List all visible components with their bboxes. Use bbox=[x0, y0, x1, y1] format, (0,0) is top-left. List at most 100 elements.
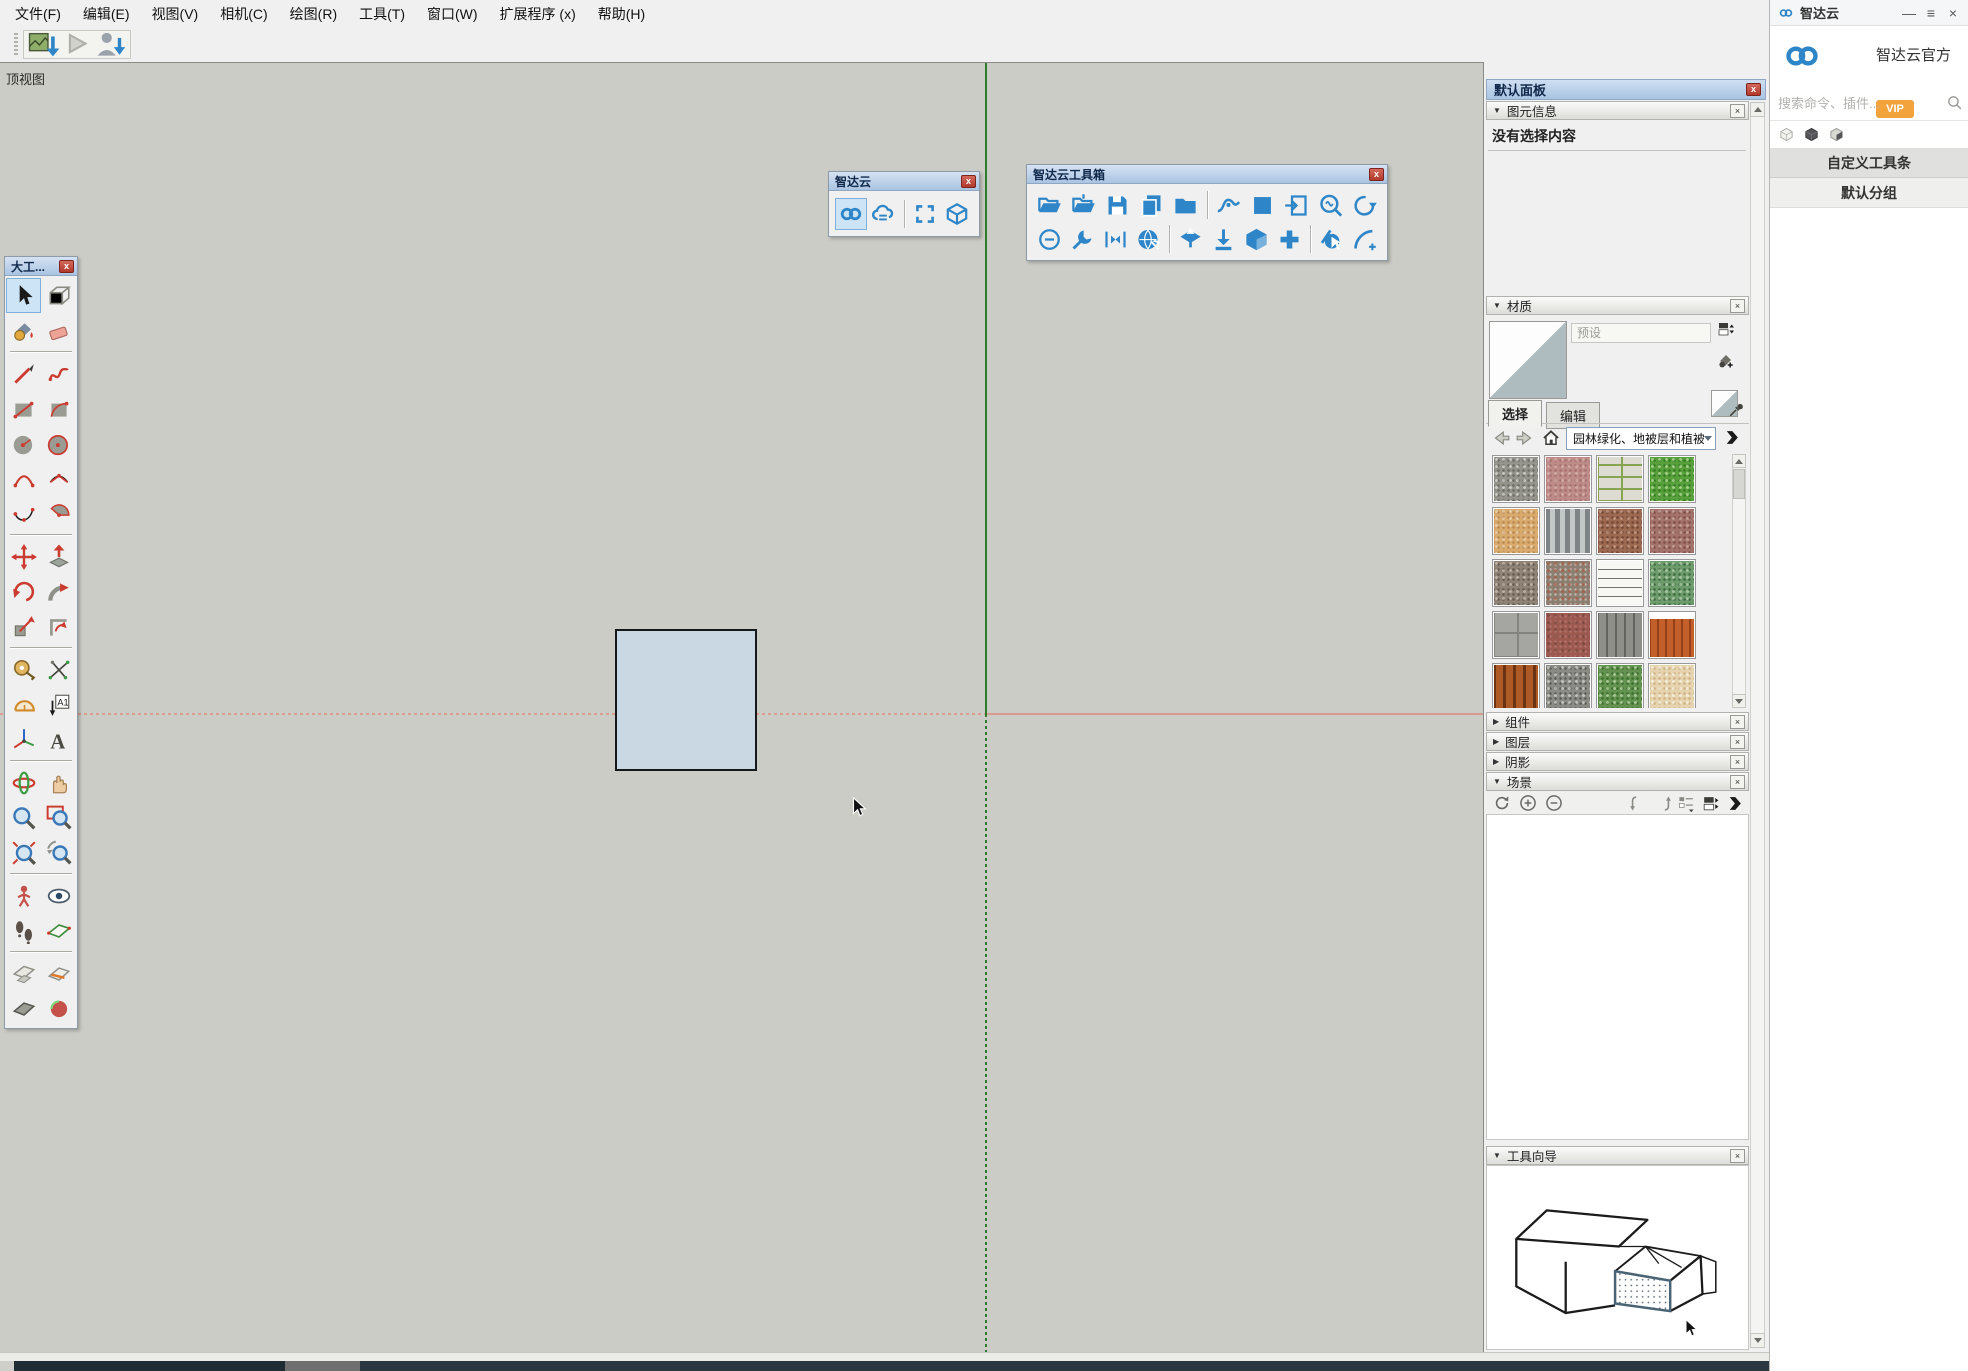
default-panel-titlebar[interactable]: 默认面板 x bbox=[1486, 79, 1766, 100]
material-swatch-sand[interactable] bbox=[1492, 507, 1540, 555]
material-swatch-mulch[interactable] bbox=[1596, 507, 1644, 555]
tool-offset[interactable] bbox=[41, 609, 76, 644]
close-icon[interactable]: × bbox=[1730, 715, 1745, 729]
tool-stamp[interactable] bbox=[1174, 223, 1207, 255]
tool-push-pull[interactable] bbox=[41, 539, 76, 574]
move-scene-down-button[interactable] bbox=[1629, 794, 1648, 813]
tool-pan[interactable] bbox=[41, 765, 76, 800]
menu-item-2[interactable]: 视图(V) bbox=[141, 0, 210, 28]
tool-follow-me[interactable] bbox=[41, 574, 76, 609]
section-header-2[interactable]: ▶组件× bbox=[1486, 712, 1749, 731]
search-icon[interactable] bbox=[1946, 94, 1963, 111]
material-swatch-leaves[interactable] bbox=[1596, 663, 1644, 708]
tool-arc-plus[interactable] bbox=[1348, 223, 1381, 255]
menu-icon[interactable]: ≡ bbox=[1920, 3, 1942, 23]
tool-spline[interactable] bbox=[1212, 189, 1246, 221]
customize-toolbar-bar[interactable]: 自定义工具条 bbox=[1770, 148, 1968, 178]
material-swatch-fence-orange[interactable] bbox=[1648, 611, 1696, 659]
tool-orbit[interactable] bbox=[6, 765, 41, 800]
close-icon[interactable]: × bbox=[1942, 3, 1964, 23]
menu-item-6[interactable]: 窗口(W) bbox=[416, 0, 489, 28]
cube-outline-icon[interactable] bbox=[1778, 126, 1795, 143]
close-icon[interactable]: x bbox=[59, 260, 74, 273]
material-swatch-wood-gray[interactable] bbox=[1596, 611, 1644, 659]
tool-array[interactable] bbox=[1273, 223, 1306, 255]
close-icon[interactable]: x bbox=[1746, 83, 1761, 96]
material-swatch-brick-red[interactable] bbox=[1544, 611, 1592, 659]
scenes-list-area[interactable] bbox=[1486, 814, 1749, 1140]
drawn-rectangle[interactable] bbox=[615, 629, 757, 771]
tool-rotated-rectangle[interactable] bbox=[41, 391, 76, 426]
tool-merge[interactable] bbox=[1099, 223, 1132, 255]
tool-zoom-previous[interactable] bbox=[41, 835, 76, 870]
close-icon[interactable]: × bbox=[1730, 1149, 1745, 1163]
cube-half-icon[interactable] bbox=[1828, 126, 1845, 143]
tool-tape-measure[interactable] bbox=[6, 652, 41, 687]
zhida-toolbox-titlebar[interactable]: 智达云工具箱 x bbox=[1027, 165, 1387, 184]
material-swatch-gravel-dark[interactable] bbox=[1544, 663, 1592, 708]
tool-frame-select[interactable] bbox=[908, 198, 940, 230]
model-library-button[interactable] bbox=[26, 32, 60, 57]
tool-rectangle[interactable] bbox=[6, 391, 41, 426]
material-swatch-barbed-wire[interactable] bbox=[1596, 559, 1644, 607]
tool-polygon[interactable] bbox=[41, 426, 76, 461]
close-icon[interactable]: × bbox=[1730, 755, 1745, 769]
material-preview[interactable] bbox=[1489, 321, 1567, 399]
tool-scale[interactable] bbox=[6, 609, 41, 644]
material-swatch-ivy[interactable] bbox=[1648, 559, 1696, 607]
tool-3d-text[interactable]: A bbox=[41, 722, 76, 757]
tool-cube-tool[interactable] bbox=[941, 198, 973, 230]
tool-three-point-arc[interactable] bbox=[6, 496, 41, 531]
forward-arrow-icon[interactable] bbox=[1514, 429, 1536, 447]
tool-two-point-arc[interactable] bbox=[41, 461, 76, 496]
material-swatch-stone-blocks[interactable] bbox=[1492, 611, 1540, 659]
tool-zoom[interactable] bbox=[6, 800, 41, 835]
material-swatch-gravel-red[interactable] bbox=[1648, 507, 1696, 555]
section-header-1[interactable]: ▼材质× bbox=[1486, 296, 1749, 315]
close-icon[interactable]: × bbox=[1730, 299, 1745, 313]
cloud-panel-titlebar[interactable]: 智达云 — ≡ × bbox=[1770, 0, 1968, 26]
menu-item-5[interactable]: 工具(T) bbox=[348, 0, 416, 28]
tool-dimension[interactable] bbox=[41, 652, 76, 687]
close-icon[interactable]: × bbox=[1730, 775, 1745, 789]
tool-remove[interactable] bbox=[1033, 223, 1066, 255]
toolbar-drag-handle[interactable] bbox=[14, 33, 18, 56]
tool-refresh[interactable] bbox=[1347, 189, 1381, 221]
tool-rotate[interactable] bbox=[6, 574, 41, 609]
material-name-input[interactable] bbox=[1571, 323, 1711, 343]
material-category-dropdown[interactable]: 园林绿化、地被层和植被 bbox=[1566, 427, 1716, 450]
tool-face[interactable] bbox=[1245, 189, 1279, 221]
default-group-bar[interactable]: 默认分组 bbox=[1770, 178, 1968, 208]
tool-freehand[interactable] bbox=[41, 356, 76, 391]
scroll-up-button[interactable] bbox=[1750, 102, 1765, 117]
material-swatch-fence-gray[interactable] bbox=[1544, 507, 1592, 555]
tool-section-rotate[interactable] bbox=[41, 991, 76, 1026]
materials-scroll-up[interactable] bbox=[1732, 454, 1746, 468]
tool-open[interactable] bbox=[1033, 189, 1067, 221]
section-header-5[interactable]: ▼场景× bbox=[1486, 772, 1749, 791]
tab-edit[interactable]: 编辑 bbox=[1546, 402, 1600, 429]
tool-cloud-sync[interactable] bbox=[867, 198, 899, 230]
tool-text[interactable]: A1 bbox=[41, 687, 76, 722]
section-header-4[interactable]: ▶阴影× bbox=[1486, 752, 1749, 771]
tool-pie[interactable] bbox=[41, 496, 76, 531]
tool-paint-bucket[interactable] bbox=[6, 313, 41, 348]
materials-scroll-thumb[interactable] bbox=[1733, 469, 1745, 499]
tool-open-from-cloud[interactable] bbox=[1067, 189, 1101, 221]
material-swatch-pavers-grass[interactable] bbox=[1596, 455, 1644, 503]
tool-axes[interactable] bbox=[6, 722, 41, 757]
section-header-6[interactable]: ▼工具向导× bbox=[1486, 1146, 1749, 1165]
tool-arc[interactable] bbox=[6, 461, 41, 496]
back-arrow-icon[interactable] bbox=[1490, 429, 1512, 447]
material-swatch-stone-pink[interactable] bbox=[1544, 455, 1592, 503]
swap-swatch-icon[interactable] bbox=[1716, 320, 1734, 338]
move-scene-up-button[interactable] bbox=[1653, 794, 1672, 813]
eyedropper-icon[interactable] bbox=[1727, 400, 1746, 419]
material-swatch-gravel-gray[interactable] bbox=[1492, 455, 1540, 503]
tool-smart-select[interactable] bbox=[1315, 223, 1348, 255]
material-swatch-gravel-brown[interactable] bbox=[1492, 559, 1540, 607]
scroll-down-button[interactable] bbox=[1750, 1333, 1765, 1348]
view-options-button[interactable] bbox=[1677, 794, 1696, 813]
tool-settings[interactable] bbox=[1066, 223, 1099, 255]
search-input[interactable] bbox=[1778, 92, 1938, 114]
